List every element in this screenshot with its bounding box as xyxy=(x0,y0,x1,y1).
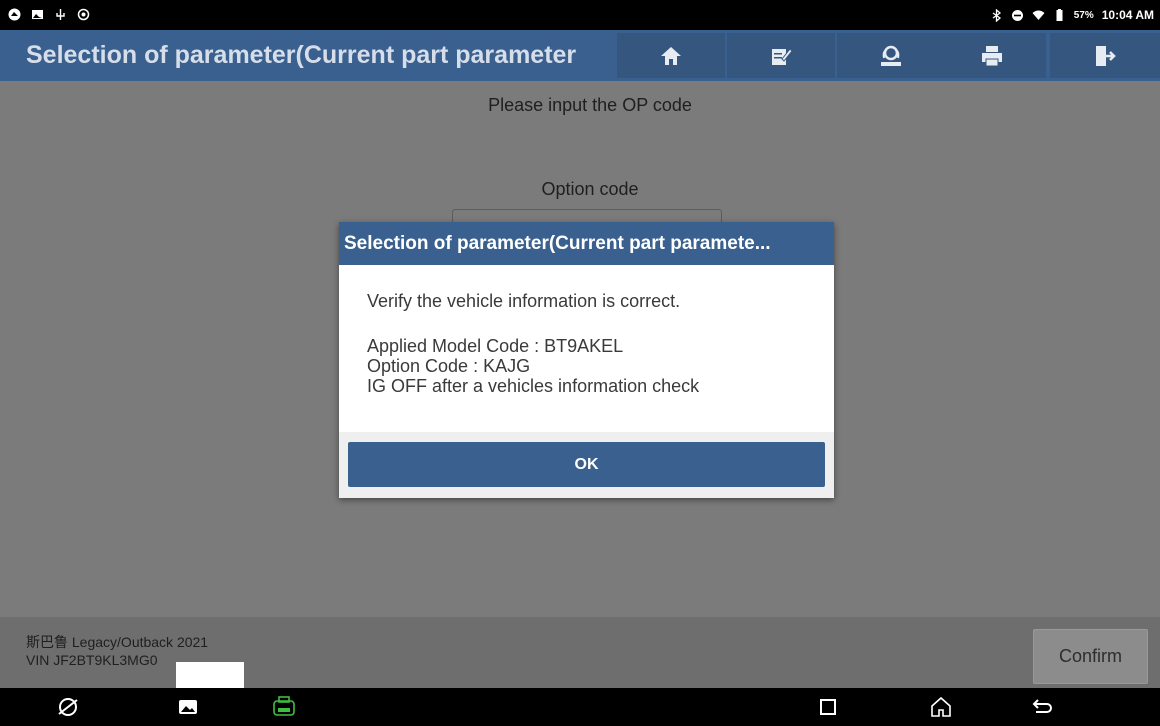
exit-button[interactable] xyxy=(1050,33,1160,78)
page-title: Selection of parameter(Current part para… xyxy=(26,41,577,69)
bluetooth-icon xyxy=(992,8,1001,22)
gallery-icon xyxy=(179,700,197,714)
recents-button[interactable] xyxy=(816,695,840,719)
exit-icon xyxy=(1096,45,1116,66)
browser-icon xyxy=(58,698,78,716)
recents-icon xyxy=(820,699,836,715)
confirmation-dialog: Selection of parameter(Current part para… xyxy=(339,222,834,498)
battery-percent: 57% xyxy=(1073,9,1094,21)
clock: 10:04 AM xyxy=(1101,8,1154,22)
app-notification-icon xyxy=(8,8,21,21)
ok-button[interactable]: OK xyxy=(348,442,825,487)
option-code-label: Option code xyxy=(541,179,639,199)
confirm-button[interactable]: Confirm xyxy=(1033,629,1148,684)
image-notification-icon xyxy=(32,10,43,19)
home-icon xyxy=(661,46,681,65)
option-code-line: Option Code : KAJG xyxy=(367,356,531,376)
back-icon xyxy=(1032,699,1052,713)
home-button[interactable] xyxy=(617,33,725,78)
support-button[interactable] xyxy=(837,33,945,78)
back-button[interactable] xyxy=(1030,695,1054,719)
edit-icon xyxy=(772,47,792,65)
redaction-box xyxy=(176,662,244,690)
dnd-icon xyxy=(1011,9,1023,21)
dialog-body: Verify the vehicle information is correc… xyxy=(339,265,834,432)
app-header: Selection of parameter(Current part para… xyxy=(0,30,1160,81)
settings-notification-icon xyxy=(77,8,90,21)
vci-button[interactable] xyxy=(272,695,296,719)
home-nav-button[interactable] xyxy=(929,695,953,719)
wifi-icon xyxy=(1032,10,1045,20)
vehicle-footer: 斯巴鲁 Legacy/Outback 2021 VIN JF2BT9KL3MG0… xyxy=(0,617,1160,688)
dialog-message: Verify the vehicle information is correc… xyxy=(367,291,681,311)
print-icon xyxy=(982,45,1002,66)
edit-button[interactable] xyxy=(727,33,835,78)
dialog-title: Selection of parameter(Current part para… xyxy=(339,222,834,265)
home-nav-icon xyxy=(931,696,951,717)
ig-off-line: IG OFF after a vehicles information chec… xyxy=(367,376,700,396)
op-code-prompt: Please input the OP code xyxy=(488,95,692,115)
status-bar: 57% 10:04 AM xyxy=(0,0,1160,30)
dialog-footer: OK xyxy=(339,432,834,498)
print-button[interactable] xyxy=(938,33,1046,78)
vehicle-model: 斯巴鲁 Legacy/Outback 2021 xyxy=(26,634,209,650)
model-code-line: Applied Model Code : BT9AKEL xyxy=(367,336,624,356)
vci-icon xyxy=(273,696,295,716)
gallery-button[interactable] xyxy=(176,695,200,719)
system-nav-bar xyxy=(0,688,1160,726)
usb-icon xyxy=(56,9,65,20)
support-icon xyxy=(881,45,901,66)
battery-icon xyxy=(1056,8,1063,21)
browser-button[interactable] xyxy=(56,695,80,719)
